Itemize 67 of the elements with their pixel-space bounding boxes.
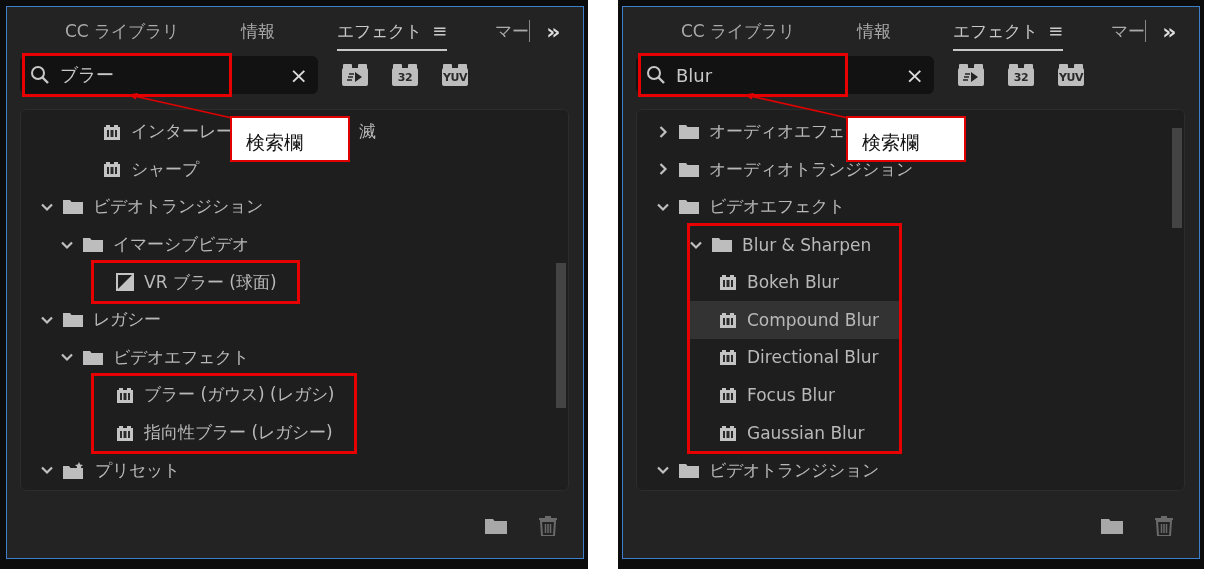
panel-tab[interactable]: CC ライブラリ	[681, 11, 796, 51]
clear-button[interactable]: ×	[289, 62, 308, 88]
new-folder-icon[interactable]	[1101, 517, 1123, 534]
overflow-button[interactable]: »	[1158, 18, 1181, 44]
folder-icon	[83, 237, 103, 253]
tree-item[interactable]: ブラー (ガウス) (レガシ)	[91, 373, 358, 414]
tree-item[interactable]: Compound Blur	[687, 300, 902, 339]
chevron-icon[interactable]	[657, 163, 669, 176]
panel-tab[interactable]: CC ライブラリ	[65, 11, 180, 51]
effect-icon	[719, 349, 737, 366]
effect-icon	[103, 123, 121, 140]
panel-tab[interactable]: 情報	[241, 11, 276, 51]
play-icon	[347, 71, 363, 83]
search-field[interactable]: ブラー ×	[20, 56, 318, 94]
effect-icon	[116, 424, 134, 441]
star-folder-icon	[63, 461, 85, 479]
callout: 検索欄	[846, 116, 966, 162]
folder-icon	[679, 161, 699, 177]
panel-menu-button[interactable]: ≡	[1048, 19, 1064, 41]
search-field[interactable]: Blur ×	[636, 56, 934, 94]
chevron-icon[interactable]	[657, 125, 669, 138]
tree-item-text: 滅	[359, 120, 376, 144]
panel-tab[interactable]: マー	[1111, 11, 1146, 51]
folder-icon	[679, 199, 699, 215]
chevron-icon[interactable]	[41, 464, 53, 477]
transition-icon	[116, 273, 134, 292]
panel-tab[interactable]: 情報	[857, 11, 892, 51]
folder-icon	[679, 462, 699, 478]
tree-item[interactable]: ビデオトランジション	[21, 188, 263, 226]
panel-tab[interactable]: エフェクト ≡	[337, 11, 448, 51]
tree-item[interactable]: VR ブラー (球面)	[91, 260, 300, 304]
tree-item[interactable]: Directional Blur	[687, 338, 902, 377]
effect-icon	[719, 424, 737, 441]
chevron-icon[interactable]	[61, 351, 73, 364]
clear-button[interactable]: ×	[905, 62, 924, 88]
effect-icon	[719, 274, 737, 291]
tree-item[interactable]: Focus Blur	[687, 376, 902, 414]
panel-tab[interactable]: マー	[495, 11, 530, 51]
folder-icon	[83, 349, 103, 365]
folder-icon	[63, 199, 83, 215]
tree-item[interactable]: シャープ	[21, 150, 199, 189]
effect-icon	[719, 311, 737, 328]
trash-icon[interactable]	[539, 515, 557, 536]
effect-icon	[719, 386, 737, 403]
chevron-icon[interactable]	[657, 464, 669, 477]
play-icon	[963, 71, 979, 83]
callout: 検索欄	[230, 116, 350, 162]
effect-icon	[103, 161, 121, 178]
panel-menu-button[interactable]: ≡	[432, 19, 448, 41]
tree-item[interactable]: 指向性ブラー (レガシー)	[91, 413, 358, 455]
tree-item[interactable]: Blur & Sharpen	[687, 222, 902, 264]
trash-icon[interactable]	[1155, 515, 1173, 536]
chevron-icon[interactable]	[41, 201, 53, 213]
folder-icon	[712, 237, 732, 253]
panel-tab[interactable]: エフェクト ≡	[953, 11, 1064, 51]
scrollbar-thumb[interactable]	[556, 263, 566, 408]
effect-icon	[116, 386, 134, 403]
new-folder-icon[interactable]	[485, 517, 507, 534]
tree-item[interactable]: Gaussian Blur	[687, 413, 902, 455]
search-icon	[30, 65, 50, 85]
chevron-icon[interactable]	[657, 201, 669, 213]
folder-icon	[63, 312, 83, 328]
search-icon	[646, 65, 666, 85]
folder-icon	[679, 124, 699, 140]
scrollbar-thumb[interactable]	[1172, 128, 1182, 228]
tree-item[interactable]: オーディオエフェ	[637, 113, 845, 151]
overflow-button[interactable]: »	[542, 18, 565, 44]
